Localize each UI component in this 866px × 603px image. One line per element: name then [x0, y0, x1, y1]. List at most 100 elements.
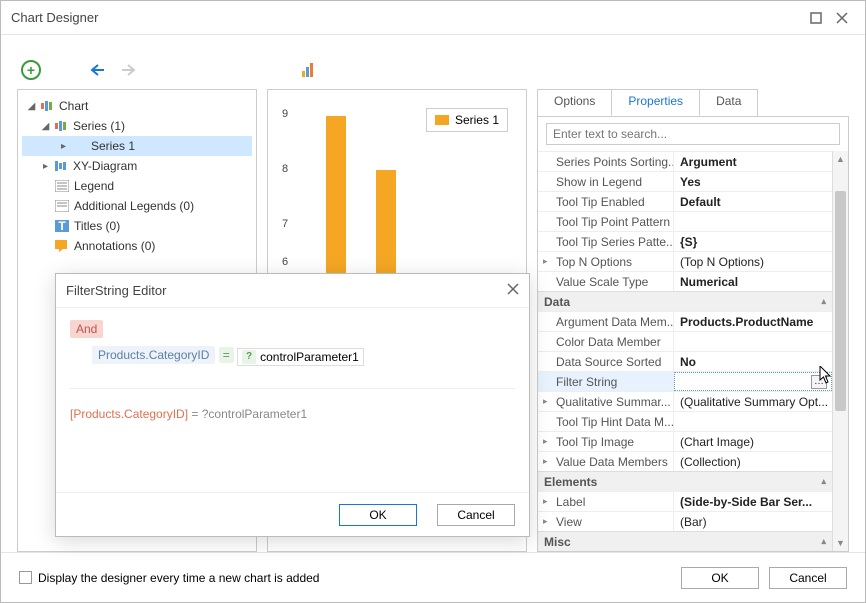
- prop-value[interactable]: Numerical: [674, 272, 832, 291]
- prop-value[interactable]: {S}: [674, 232, 832, 251]
- prop-name: Color Data Member: [538, 332, 674, 351]
- footer: Display the designer every time a new ch…: [1, 552, 865, 602]
- search-input[interactable]: [546, 123, 840, 145]
- prop-name: Filter String: [538, 372, 674, 391]
- prop-row-label[interactable]: Label(Side-by-Side Bar Ser...: [538, 491, 832, 511]
- prop-row-tooltip_point[interactable]: Tool Tip Point Pattern: [538, 211, 832, 231]
- ellipsis-button[interactable]: …: [811, 375, 827, 389]
- checkbox-display-designer[interactable]: [19, 571, 32, 584]
- prop-value[interactable]: Products.ProductName: [674, 312, 832, 331]
- checkbox-label: Display the designer every time a new ch…: [38, 571, 319, 585]
- prop-row-color_member[interactable]: Color Data Member: [538, 331, 832, 351]
- filter-field[interactable]: Products.CategoryID: [92, 346, 215, 364]
- prop-row-value_members[interactable]: Value Data Members(Collection): [538, 451, 832, 471]
- prop-value[interactable]: Yes: [674, 172, 832, 191]
- tab-data[interactable]: Data: [699, 89, 758, 116]
- filterstring-editor-dialog: FilterString Editor And Products.Categor…: [55, 273, 530, 537]
- add-button[interactable]: +: [21, 60, 41, 80]
- tree-chart[interactable]: ◢Chart: [22, 96, 252, 116]
- tree-titles[interactable]: TTitles (0): [22, 216, 252, 236]
- ytick-8: 8: [282, 163, 288, 175]
- redo-button[interactable]: [117, 59, 139, 81]
- prop-name: Value Data Members: [538, 452, 674, 471]
- category-misc[interactable]: Misc: [538, 531, 832, 551]
- prop-row-filter_string[interactable]: Filter String …: [538, 371, 832, 391]
- prop-value[interactable]: [674, 332, 832, 351]
- tree-series-group[interactable]: ◢Series (1): [22, 116, 252, 136]
- prop-row-qual_summary[interactable]: Qualitative Summar...(Qualitative Summar…: [538, 391, 832, 411]
- prop-row-topn[interactable]: Top N Options(Top N Options): [538, 251, 832, 271]
- tree-annotations[interactable]: Annotations (0): [22, 236, 252, 256]
- bar-1: [326, 116, 346, 276]
- vertical-scrollbar[interactable]: ▲ ▼: [832, 151, 848, 551]
- prop-name: View: [538, 512, 674, 531]
- tree-additional-legends[interactable]: Additional Legends (0): [22, 196, 252, 216]
- dialog-close-button[interactable]: [507, 283, 519, 298]
- prop-row-tt_image[interactable]: Tool Tip Image(Chart Image): [538, 431, 832, 451]
- chart-legend: Series 1: [426, 108, 508, 132]
- tab-options[interactable]: Options: [537, 89, 612, 116]
- prop-value[interactable]: (Qualitative Summary Opt...: [674, 392, 832, 411]
- category-elements[interactable]: Elements: [538, 471, 832, 491]
- prop-name: Tool Tip Series Patte...: [538, 232, 674, 251]
- prop-name: Series Points Sorting...: [538, 152, 674, 171]
- maximize-button[interactable]: [803, 5, 829, 31]
- prop-value[interactable]: …: [674, 372, 832, 391]
- titlebar: Chart Designer: [1, 1, 865, 35]
- bar-2: [376, 170, 396, 276]
- undo-button[interactable]: [87, 59, 109, 81]
- prop-row-arg_member[interactable]: Argument Data Mem...Products.ProductName: [538, 311, 832, 331]
- filter-op[interactable]: =: [219, 347, 234, 363]
- prop-row-tooltip_series[interactable]: Tool Tip Series Patte...{S}: [538, 231, 832, 251]
- chart-type-button[interactable]: [297, 59, 319, 81]
- tab-properties[interactable]: Properties: [611, 89, 700, 116]
- filter-operator-and[interactable]: And: [70, 320, 103, 338]
- dialog-title: FilterString Editor: [66, 283, 166, 298]
- tree-xy-diagram[interactable]: ▸XY-Diagram: [22, 156, 252, 176]
- close-button[interactable]: [829, 5, 855, 31]
- toolbar: +: [17, 51, 849, 89]
- category-data[interactable]: Data: [538, 291, 832, 311]
- prop-value[interactable]: Default: [674, 192, 832, 211]
- prop-value[interactable]: (Bar): [674, 512, 832, 531]
- prop-value[interactable]: (Top N Options): [674, 252, 832, 271]
- property-search: [538, 117, 848, 151]
- tree-legend[interactable]: Legend: [22, 176, 252, 196]
- prop-name: Data Source Sorted: [538, 352, 674, 371]
- prop-row-tt_hint[interactable]: Tool Tip Hint Data M...: [538, 411, 832, 431]
- prop-value[interactable]: (Side-by-Side Bar Ser...: [674, 492, 832, 511]
- prop-row-show_in_legend[interactable]: Show in LegendYes: [538, 171, 832, 191]
- properties-panel: Options Properties Data Series Points So…: [537, 89, 849, 552]
- prop-value[interactable]: (Chart Image): [674, 432, 832, 451]
- prop-value[interactable]: Argument: [674, 152, 832, 171]
- prop-name: Tool Tip Point Pattern: [538, 212, 674, 231]
- tabs: Options Properties Data: [537, 89, 849, 117]
- scrollbar-thumb[interactable]: [835, 191, 846, 411]
- prop-name: Tool Tip Image: [538, 432, 674, 451]
- legend-swatch: [435, 115, 449, 125]
- prop-row-view[interactable]: View(Bar): [538, 511, 832, 531]
- tree-series-1[interactable]: ▸Series 1: [22, 136, 252, 156]
- svg-text:T: T: [58, 220, 66, 232]
- prop-name: Label: [538, 492, 674, 511]
- prop-value[interactable]: [674, 212, 832, 231]
- prop-name: Show in Legend: [538, 172, 674, 191]
- prop-row-data_sorted[interactable]: Data Source SortedNo: [538, 351, 832, 371]
- prop-value[interactable]: [674, 412, 832, 431]
- ok-button[interactable]: OK: [681, 567, 759, 589]
- legend-label: Series 1: [455, 113, 499, 127]
- prop-value[interactable]: (Collection): [674, 452, 832, 471]
- prop-value[interactable]: No: [674, 352, 832, 371]
- ytick-6: 6: [282, 256, 288, 268]
- property-grid: Series Points Sorting...ArgumentShow in …: [538, 151, 848, 551]
- cancel-button[interactable]: Cancel: [769, 567, 847, 589]
- filter-param[interactable]: ?controlParameter1: [237, 348, 364, 366]
- prop-row-value_scale[interactable]: Value Scale TypeNumerical: [538, 271, 832, 291]
- dialog-ok-button[interactable]: OK: [339, 504, 417, 526]
- dialog-cancel-button[interactable]: Cancel: [437, 504, 515, 526]
- prop-name: Tool Tip Hint Data M...: [538, 412, 674, 431]
- prop-name: Argument Data Mem...: [538, 312, 674, 331]
- prop-row-tooltip_enabled[interactable]: Tool Tip EnabledDefault: [538, 191, 832, 211]
- prop-name: Tool Tip Enabled: [538, 192, 674, 211]
- prop-row-series_points_sorting[interactable]: Series Points Sorting...Argument: [538, 151, 832, 171]
